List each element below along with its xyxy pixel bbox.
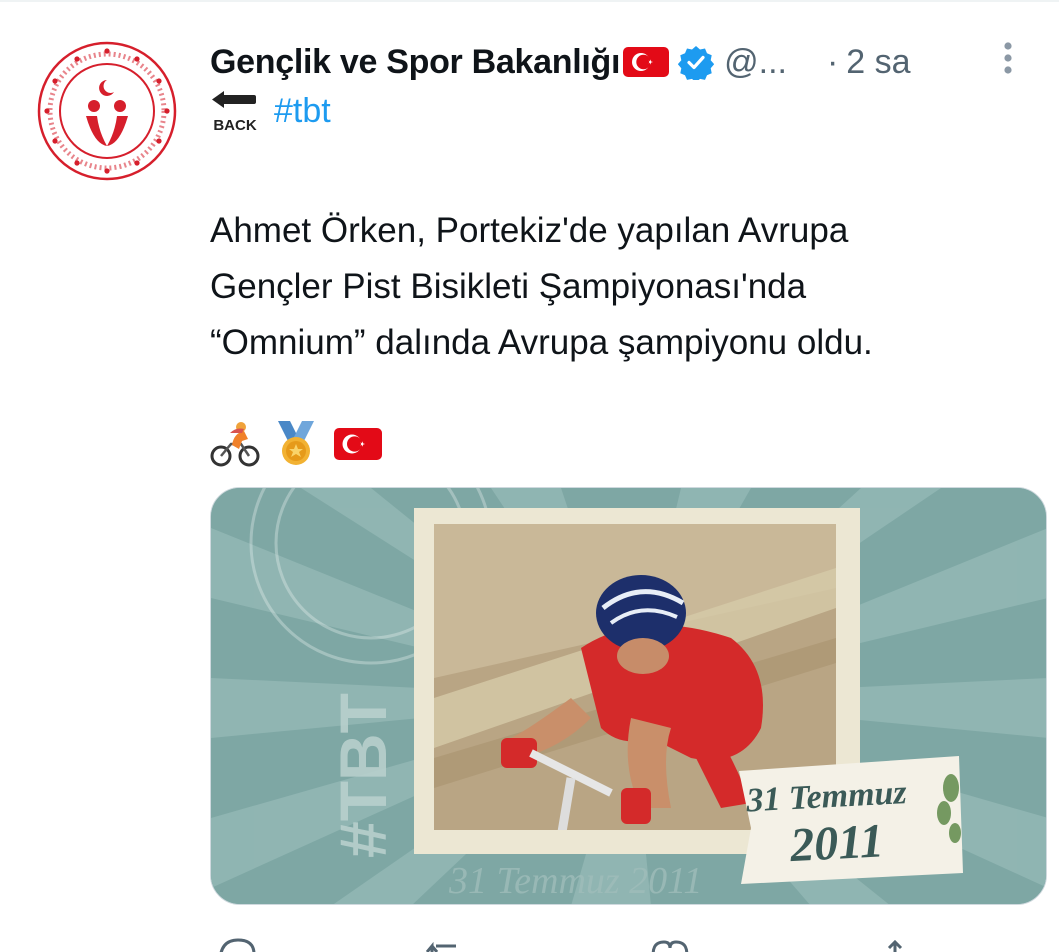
tweet-media-image[interactable]: #TBT 31 Temmuz 2011 31 Temmuz 2011: [210, 487, 1047, 905]
emoji-row: [210, 418, 384, 470]
back-hashtag-row: BACK #tbt: [210, 88, 331, 140]
share-icon[interactable]: [880, 936, 910, 952]
turkey-flag-icon: [623, 47, 670, 77]
reply-icon[interactable]: [216, 936, 256, 952]
tweet-text: Ahmet Örken, Portekiz'de yapılan Avrupa …: [210, 211, 873, 362]
handle[interactable]: @...: [724, 43, 787, 82]
retweet-icon[interactable]: [426, 936, 470, 952]
avatar[interactable]: [34, 38, 180, 184]
background-date-text: 31 Temmuz 2011: [448, 860, 702, 902]
date-line-2: 2011: [788, 814, 885, 872]
hashtag-link[interactable]: #tbt: [274, 92, 331, 131]
tbt-graphic: #TBT 31 Temmuz 2011 31 Temmuz 2011: [211, 488, 1046, 904]
turkey-flag-icon: [334, 428, 382, 460]
verified-badge-icon: [678, 46, 715, 80]
medal-icon: [278, 421, 314, 465]
back-label: BACK: [213, 117, 256, 134]
more-options-icon[interactable]: [1002, 40, 1014, 80]
person-biking-icon: [210, 422, 260, 467]
separator-dot: ·: [826, 42, 839, 81]
ministry-seal-icon: [36, 40, 178, 182]
like-icon[interactable]: [648, 936, 692, 952]
timestamp[interactable]: 2 sa: [846, 43, 910, 82]
top-divider: [0, 0, 1059, 2]
back-arrow-icon: BACK: [212, 91, 257, 134]
tbt-label: #TBT: [326, 693, 400, 858]
display-name[interactable]: Gençlik ve Spor Bakanlığı: [210, 43, 620, 82]
tweet-header: Gençlik ve Spor Bakanlığı @... · 2 sa: [210, 38, 1040, 86]
tweet-actions: [210, 930, 1010, 952]
